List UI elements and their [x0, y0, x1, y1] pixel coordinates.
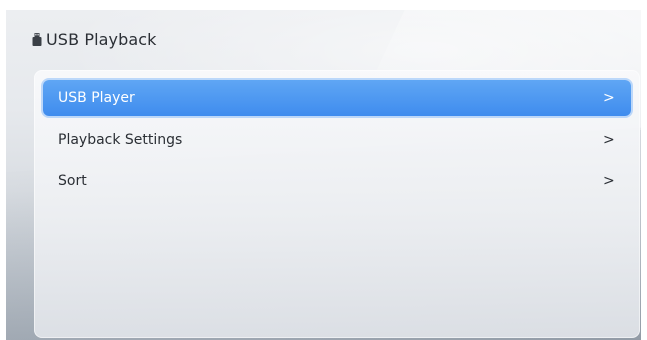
menu-item-usb-player[interactable]: USB Player > — [43, 80, 631, 116]
usb-playback-window: USB Playback USB Player > Playback Setti… — [6, 10, 641, 340]
menu-item-label: USB Player — [58, 90, 135, 106]
page-title: USB Playback — [46, 29, 157, 49]
menu-item-label: Sort — [58, 173, 87, 189]
menu-item-playback-settings[interactable]: Playback Settings > — [43, 122, 631, 158]
usb-drive-icon — [32, 32, 42, 46]
title-bar: USB Playback — [32, 29, 157, 49]
chevron-right-icon: > — [603, 173, 615, 189]
menu-item-label: Playback Settings — [58, 132, 183, 148]
menu-panel: USB Player > Playback Settings > Sort > — [34, 70, 640, 338]
chevron-right-icon: > — [603, 90, 615, 106]
menu-item-sort[interactable]: Sort > — [43, 163, 631, 199]
chevron-right-icon: > — [603, 132, 615, 148]
